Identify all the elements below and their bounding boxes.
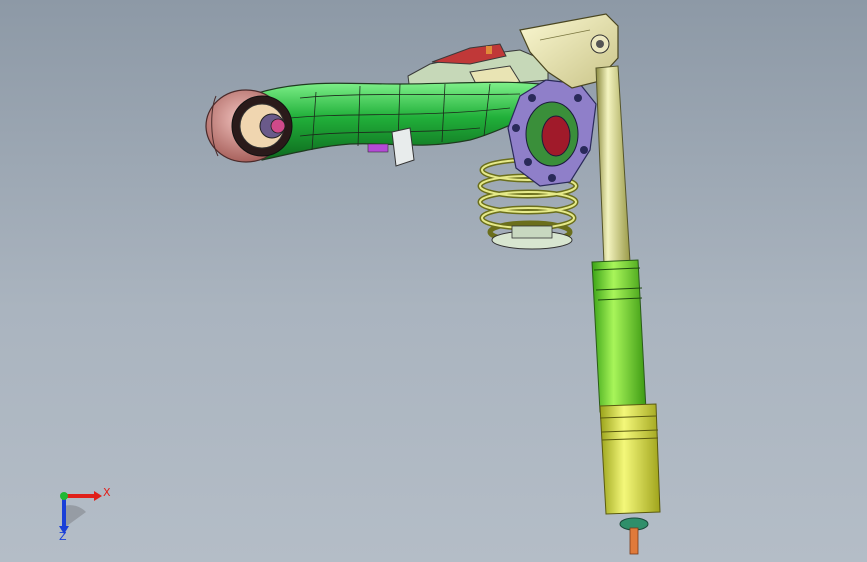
shock-absorber[interactable] [591, 65, 661, 555]
knuckle-plate[interactable] [507, 79, 597, 187]
cad-viewport[interactable]: X Z [0, 0, 867, 562]
suspension-model[interactable] [0, 0, 867, 562]
spring-seat[interactable] [491, 225, 573, 250]
orientation-triad [38, 476, 128, 556]
z-axis-label: Z [59, 530, 67, 543]
x-axis-label: X [103, 486, 111, 499]
x-axis-arrowhead [94, 491, 102, 501]
triad-shadow [64, 505, 86, 528]
y-axis-dot [60, 492, 68, 500]
hub-bushing[interactable] [205, 89, 293, 163]
